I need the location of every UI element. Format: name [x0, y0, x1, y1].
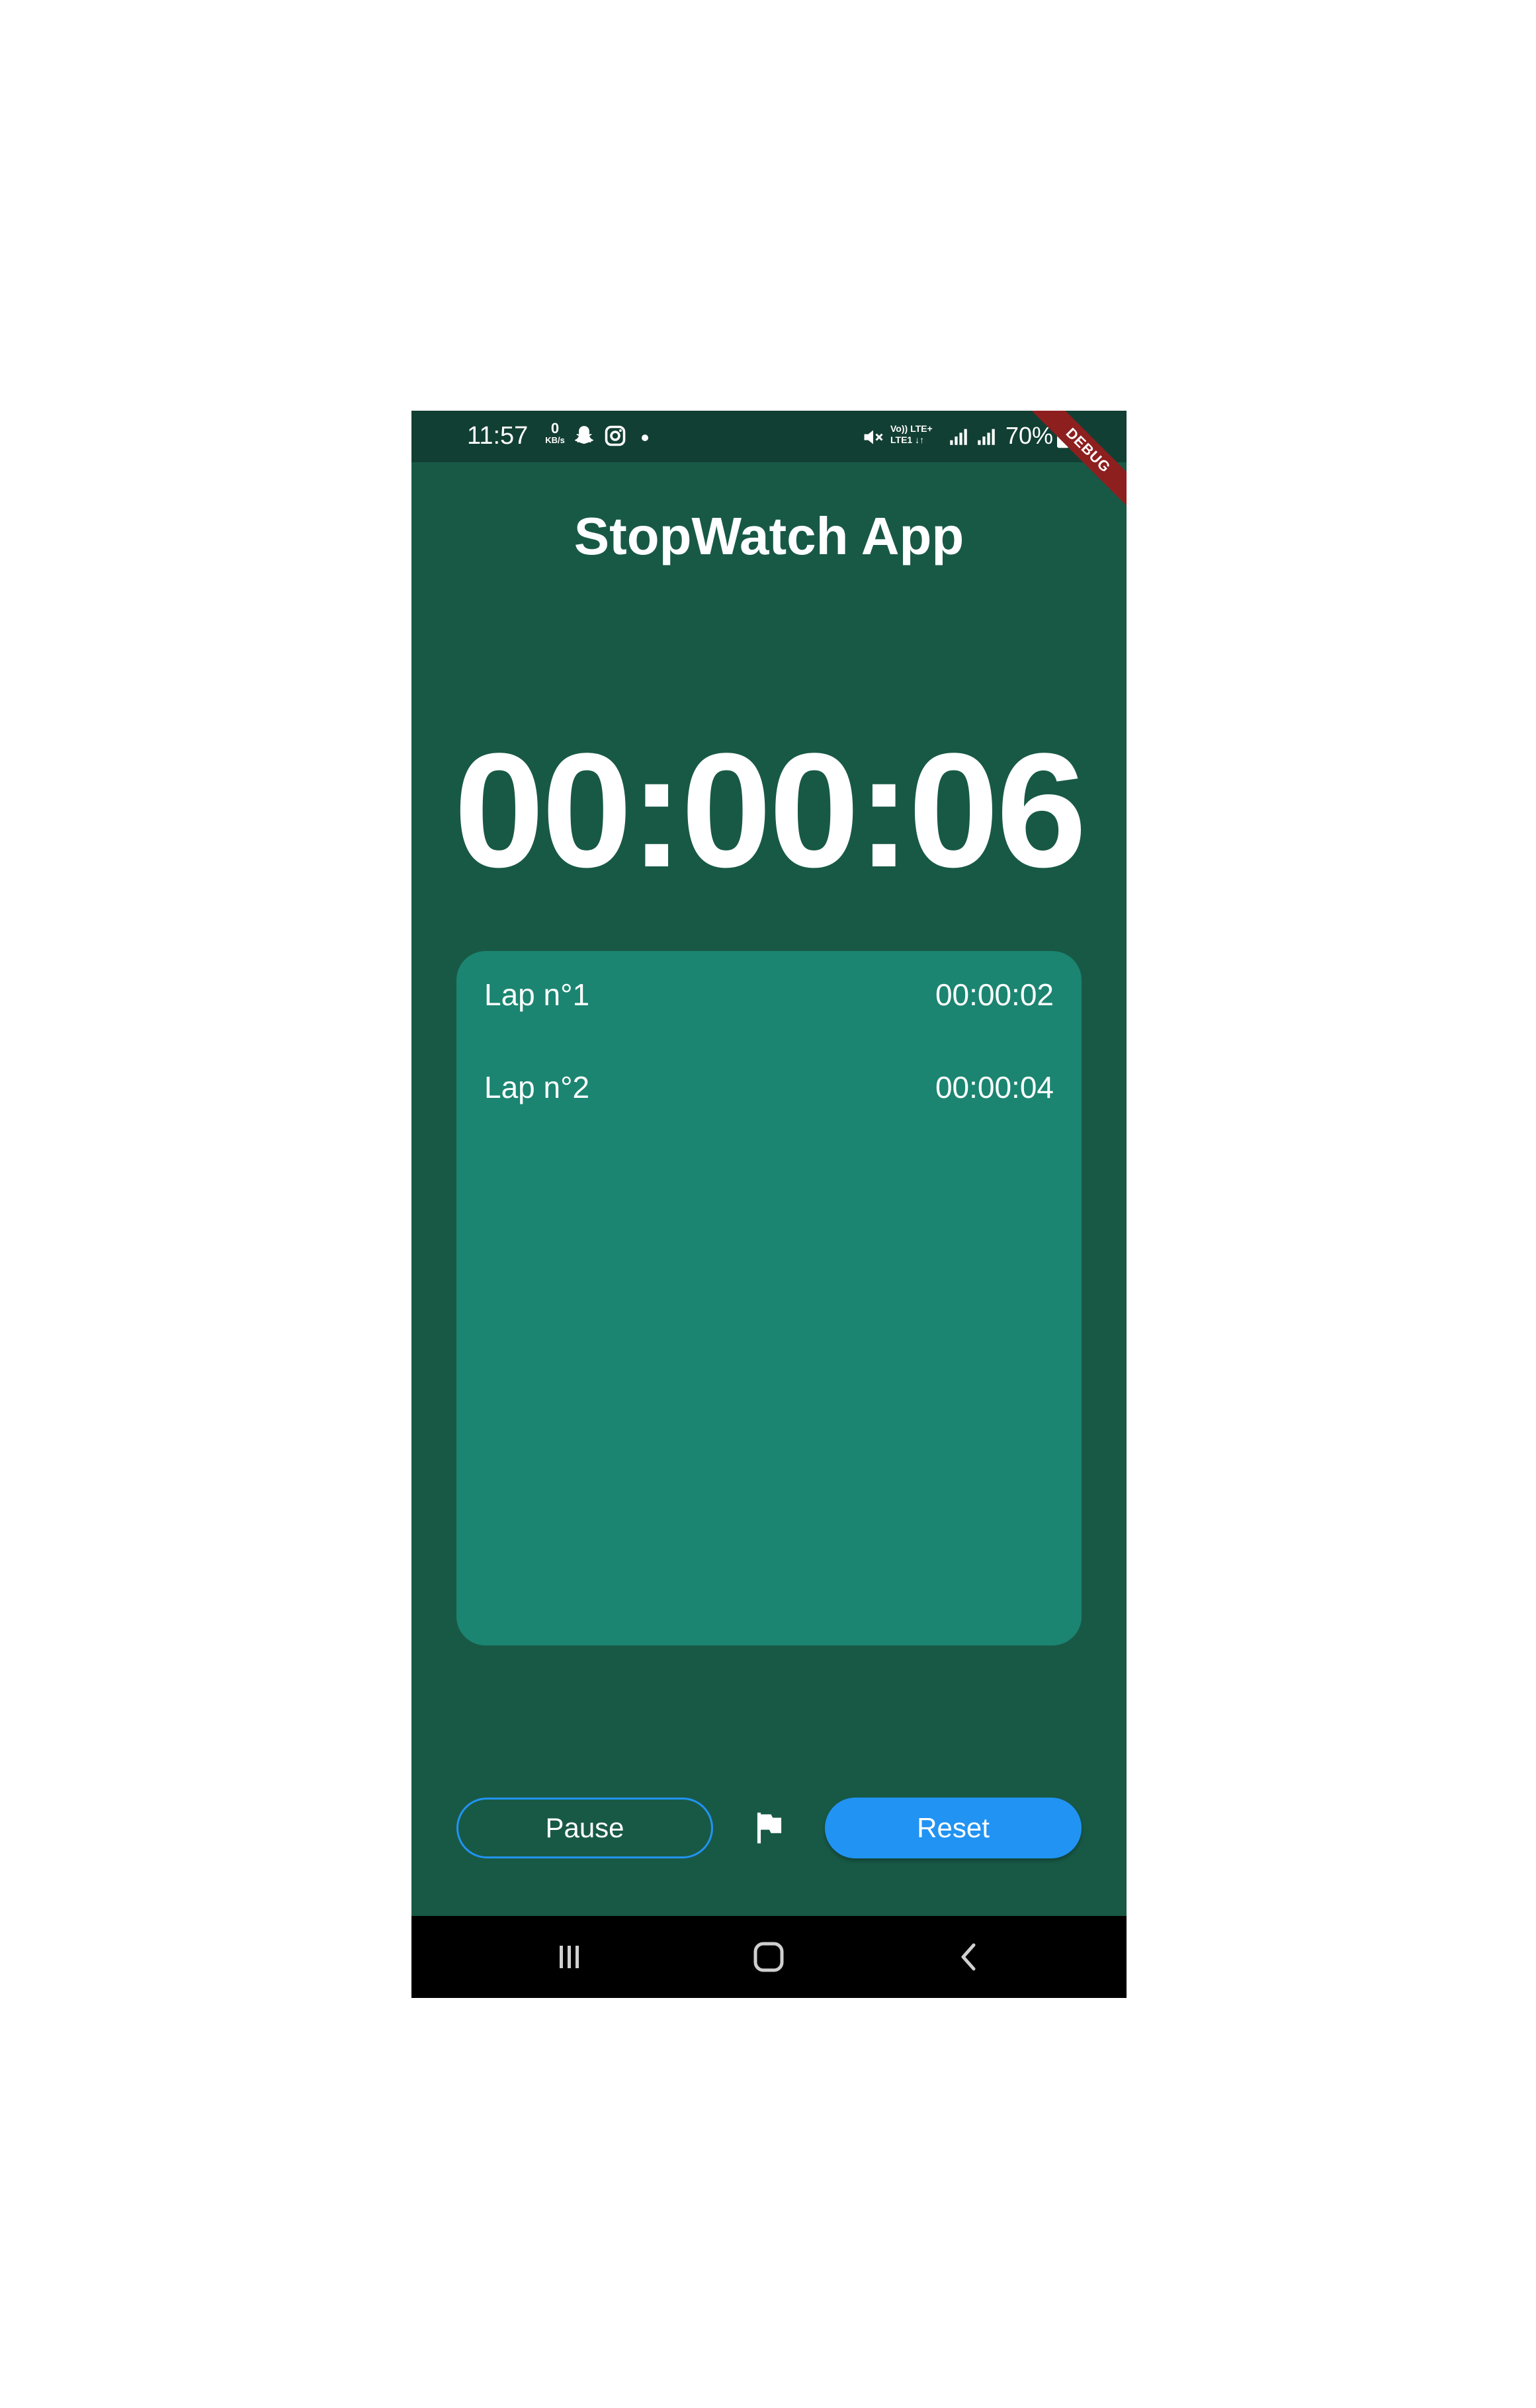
lap-time: 00:00:04: [935, 1070, 1054, 1104]
navigation-bar: [411, 1916, 1127, 1998]
signal-icon: [947, 425, 970, 451]
mute-icon: [861, 425, 885, 452]
data-rate-value: 0: [550, 420, 560, 436]
network-type-bottom: LTE1 ↓↑: [890, 435, 925, 445]
page-title: StopWatch App: [574, 507, 964, 565]
notification-dot: [642, 435, 648, 441]
lap-time: 00:00:02: [935, 977, 1054, 1012]
data-rate: 0 KB/s: [540, 420, 570, 445]
flag-icon: [749, 1812, 790, 1851]
lap-item: Lap n°2 00:00:04: [484, 1064, 1054, 1110]
lap-label: Lap n°1: [484, 977, 590, 1012]
snapchat-icon: [572, 424, 597, 452]
lap-button[interactable]: [749, 1807, 790, 1848]
lap-item: Lap n°1 00:00:02: [484, 972, 1054, 1018]
home-icon[interactable]: [746, 1937, 792, 1977]
instagram-icon: [603, 424, 627, 451]
status-time: 11:57: [467, 422, 529, 450]
elapsed-time-display: 00:00:06: [454, 720, 1087, 901]
network-type-top: Vo)) LTE+: [890, 423, 933, 434]
data-rate-unit: KB/s: [545, 435, 565, 445]
lap-label: Lap n°2: [484, 1070, 590, 1104]
signal-icon: [975, 425, 998, 451]
status-bar: 11:57 0 KB/s Vo)) LTE+ LTE1 ↓↑ 70%: [411, 411, 1127, 462]
reset-button[interactable]: Reset: [825, 1798, 1082, 1858]
phone-screen: 11:57 0 KB/s Vo)) LTE+ LTE1 ↓↑ 70% DEBUG…: [411, 411, 1127, 1998]
laps-list: Lap n°1 00:00:02 Lap n°2 00:00:04: [456, 951, 1082, 1645]
back-icon[interactable]: [946, 1937, 992, 1977]
pause-button[interactable]: Pause: [456, 1798, 713, 1858]
recent-apps-icon[interactable]: [546, 1937, 592, 1977]
